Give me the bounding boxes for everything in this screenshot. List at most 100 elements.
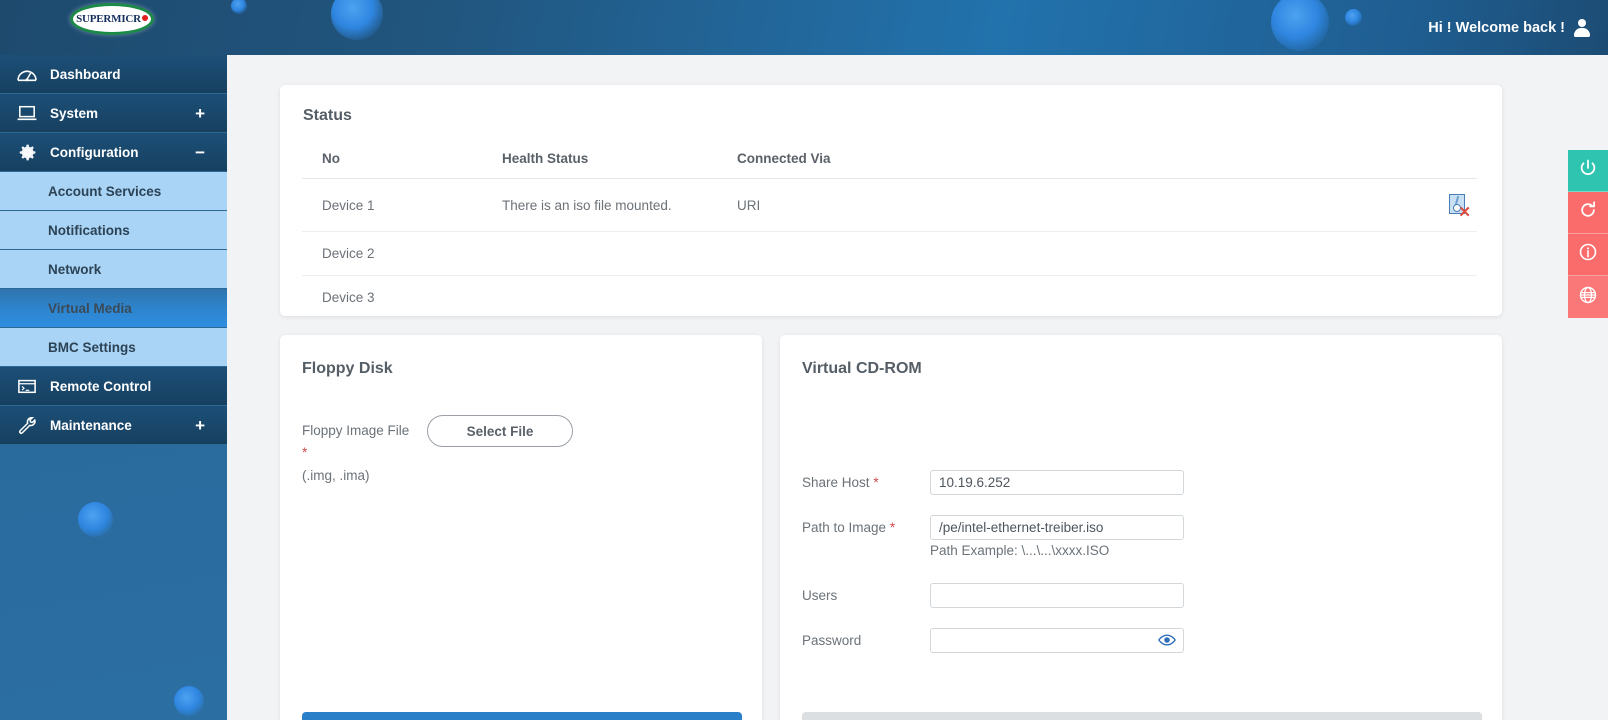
sidebar-item-label: System [50,105,99,121]
sidebar-item-dashboard[interactable]: Dashboard [0,55,227,94]
cell-health-status [482,231,717,276]
sidebar-item-label: Virtual Media [48,300,132,316]
power-button[interactable] [1568,150,1608,192]
cell-action [1017,275,1477,320]
decorative-bubble-icon [231,0,247,14]
users-label: Users [802,588,838,603]
sidebar-item-label: Configuration [50,144,139,160]
sidebar-item-label: Maintenance [50,417,132,433]
share-host-label: Share Host * [802,475,879,490]
wrench-icon [12,415,42,436]
cell-health-status: There is an iso file mounted. [482,178,717,232]
quick-action-rail [1568,150,1608,318]
expander-minus[interactable]: − [195,144,205,161]
sidebar-item-label: Network [48,261,102,277]
globe-button[interactable] [1568,276,1608,318]
eject-disk-icon[interactable]: ✕ [1447,193,1471,220]
virtual-cdrom-card: Virtual CD-ROM Share Host * Path to Imag… [780,335,1502,720]
expander-plus[interactable]: + [195,417,205,434]
table-row: Device 1 There is an iso file mounted. U… [302,178,1477,232]
decorative-bubble-icon [1345,9,1362,26]
status-card: Status No Health Status Connected Via De… [280,85,1502,320]
password-label: Password [802,633,862,648]
floppy-format-hint: (.img, .ima) [302,468,370,483]
select-file-button[interactable]: Select File [427,415,573,447]
reset-button[interactable] [1568,192,1608,234]
decorative-bubble-icon [78,502,113,537]
path-to-image-input[interactable] [930,515,1184,540]
sidebar-item-network[interactable]: Network [0,250,227,289]
terminal-icon [12,377,42,395]
password-input[interactable] [930,628,1184,653]
sidebar-item-label: BMC Settings [48,339,136,355]
cell-device-no: Device 2 [302,231,482,276]
required-asterisk: * [873,475,879,490]
eye-icon[interactable] [1158,633,1176,647]
status-table: No Health Status Connected Via Device 1 … [302,143,1477,320]
supermicro-logo[interactable]: SUPERMICR [70,3,154,35]
cell-connected-via [717,275,1017,320]
main-content-area: Status No Health Status Connected Via De… [227,55,1608,720]
power-icon [1578,158,1598,183]
cell-action [1017,231,1477,276]
sidebar-item-configuration[interactable]: Configuration − [0,133,227,172]
cell-action: ✕ [1017,178,1477,232]
cell-connected-via: URI [717,178,1017,232]
info-button[interactable] [1568,234,1608,276]
expander-plus[interactable]: + [195,105,205,122]
table-header-row: No Health Status Connected Via [302,143,1477,179]
floppy-card-title: Floppy Disk [302,360,393,377]
share-host-row: Share Host * [802,470,1482,495]
logo-text: SUPERMICR [76,13,148,25]
password-row: Password [802,628,1482,653]
sidebar-item-label: Dashboard [50,66,121,82]
sidebar-item-label: Remote Control [50,378,152,394]
cell-device-no: Device 1 [302,178,482,232]
floppy-image-file-label: Floppy Image File * [302,423,410,460]
sidebar-item-bmc-settings[interactable]: BMC Settings [0,328,227,367]
column-header-connected-via: Connected Via [717,143,1017,179]
required-asterisk: * [302,445,308,460]
users-row: Users [802,583,1482,608]
sidebar-item-label: Notifications [48,222,130,238]
mount-button[interactable]: Mount [802,712,1482,720]
gauge-icon [12,65,42,83]
globe-icon [1578,285,1598,310]
cell-device-no: Device 3 [302,275,482,320]
sidebar-item-virtual-media[interactable]: Virtual Media [0,289,227,328]
sidebar-item-account-services[interactable]: Account Services [0,172,227,211]
decorative-bubble-icon [331,0,383,40]
floppy-disk-card: Floppy Disk Floppy Image File * (.img, .… [280,335,762,720]
gear-icon [12,142,42,163]
column-header-no: No [302,143,482,179]
users-input[interactable] [930,583,1184,608]
cell-health-status [482,275,717,320]
required-asterisk: * [889,520,896,535]
logo-dot-icon [141,15,148,21]
column-header-health-status: Health Status [482,143,717,179]
reset-icon [1578,200,1598,225]
path-to-image-row: Path to Image * [802,515,1482,540]
sidebar-item-system[interactable]: System + [0,94,227,133]
table-row: Device 2 [302,231,1477,276]
status-card-title: Status [303,107,352,124]
info-icon [1578,242,1598,267]
sidebar-item-remote-control[interactable]: Remote Control [0,367,227,406]
sidebar-item-maintenance[interactable]: Maintenance + [0,406,227,445]
user-icon[interactable] [1573,18,1590,37]
upload-button[interactable]: Upload [302,712,742,720]
welcome-area: Hi ! Welcome back ! [1428,0,1590,55]
laptop-icon [12,104,42,122]
table-row: Device 3 [302,275,1477,320]
share-host-input[interactable] [930,470,1184,495]
welcome-text: Hi ! Welcome back ! [1428,19,1565,36]
top-header-bar: SUPERMICR Hi ! Welcome back ! [0,0,1608,55]
cdrom-card-title: Virtual CD-ROM [802,360,922,377]
sidebar-item-notifications[interactable]: Notifications [0,211,227,250]
password-input-wrapper [930,628,1184,653]
path-to-image-label: Path to Image * [802,520,896,535]
sidebar-navigation: Dashboard System + Configuration − Accou… [0,55,227,720]
sidebar-item-label: Account Services [48,183,162,199]
decorative-bubble-icon [174,686,204,716]
path-example-hint: Path Example: \...\...\xxxx.ISO [930,543,1110,558]
